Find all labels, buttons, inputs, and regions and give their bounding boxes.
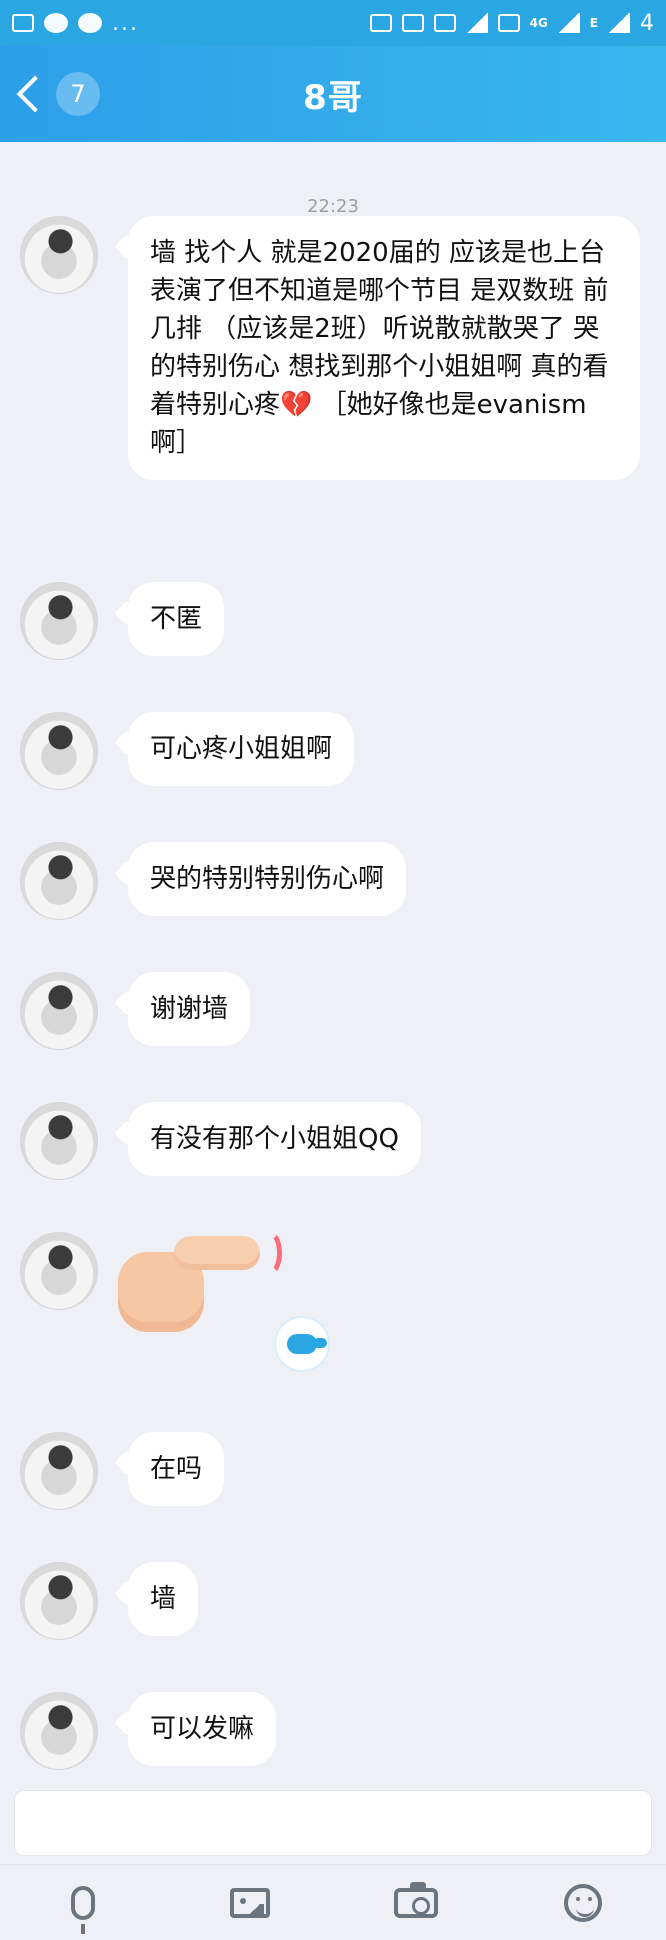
message-bubble[interactable]: 哭的特别特别伤心啊 [128, 842, 407, 916]
composer [0, 1782, 666, 1864]
chevron-left-icon [16, 75, 54, 113]
message-timestamp: 22:23 [307, 196, 359, 217]
message-bubble[interactable]: 不匿 [128, 582, 225, 656]
chat-header: 7 8哥 [0, 46, 666, 142]
wifi-icon [465, 13, 488, 33]
motion-icon [256, 1230, 282, 1276]
message-bubble[interactable]: 墙 [128, 1562, 199, 1636]
message-input[interactable] [14, 1790, 652, 1856]
message-text: 墙 找个人 就是2020届的 应该是也上台表演了但不知道是哪个节目 是双数班 前… [150, 238, 609, 458]
avatar[interactable] [20, 1232, 98, 1310]
avatar[interactable] [20, 1432, 98, 1510]
more-icon: ... [112, 10, 139, 36]
status-bar: ... 4G E 4 [0, 0, 666, 46]
emoji-icon [563, 1883, 602, 1922]
microphone-button[interactable] [52, 1872, 114, 1934]
pointing-hand-sticker[interactable] [118, 1226, 282, 1336]
composer-toolbar [0, 1864, 666, 1940]
chat-title: 8哥 [303, 77, 363, 118]
message-text: 在吗 [150, 1454, 203, 1484]
nfc-icon [401, 14, 424, 32]
message-text: 哭的特别特别伤心啊 [150, 864, 385, 894]
message-text: 不匿 [150, 604, 203, 634]
pointing-hand-icon[interactable] [274, 1316, 330, 1372]
avatar[interactable] [20, 1692, 98, 1770]
emoji-button[interactable] [552, 1872, 614, 1934]
chat-messages[interactable]: 22:23 墙 找个人 就是2020届的 应该是也上台表演了但不知道是哪个节目 … [0, 142, 666, 1782]
avatar[interactable] [20, 216, 98, 294]
message-text: 墙 [150, 1584, 177, 1614]
message-bubble[interactable]: 可心疼小姐姐啊 [128, 712, 355, 786]
network-type-4g: 4G [529, 16, 548, 30]
wechat-icon [78, 13, 102, 33]
signal-icon [557, 13, 580, 33]
message-bubble[interactable]: 在吗 [128, 1432, 225, 1506]
avatar[interactable] [20, 712, 98, 790]
message-bubble[interactable]: 墙 找个人 就是2020届的 应该是也上台表演了但不知道是哪个节目 是双数班 前… [128, 216, 640, 480]
status-right: 4G E 4 [369, 10, 654, 36]
camera-button[interactable] [385, 1872, 447, 1934]
image-icon [229, 1887, 270, 1918]
hand-finger [174, 1236, 260, 1270]
avatar[interactable] [20, 1562, 98, 1640]
unread-count-badge: 7 [56, 72, 100, 116]
wechat-icon [44, 13, 68, 33]
message-text: 谢谢墙 [150, 994, 229, 1024]
message-bubble[interactable]: 可以发嘛 [128, 1692, 277, 1766]
image-icon [12, 14, 34, 32]
sim-icon [497, 14, 520, 32]
hand-glyph [287, 1334, 327, 1354]
mute-icon [433, 14, 456, 32]
battery-saver-icon [369, 14, 392, 32]
avatar[interactable] [20, 842, 98, 920]
avatar[interactable] [20, 1102, 98, 1180]
message-bubble[interactable]: 谢谢墙 [128, 972, 251, 1046]
message-bubble[interactable]: 有没有那个小姐姐QQ [128, 1102, 421, 1176]
camera-icon [394, 1881, 439, 1918]
network-type-e: E [589, 16, 598, 30]
back-button[interactable]: 7 [12, 66, 100, 122]
image-button[interactable] [219, 1872, 281, 1934]
signal-icon [608, 13, 630, 33]
avatar[interactable] [20, 582, 98, 660]
microphone-icon [71, 1885, 96, 1934]
message-text: 有没有那个小姐姐QQ [150, 1124, 399, 1154]
avatar[interactable] [20, 972, 98, 1050]
message-text: 可以发嘛 [150, 1714, 255, 1744]
status-left: ... [12, 11, 139, 36]
message-text: 可心疼小姐姐啊 [150, 734, 333, 764]
status-right-text: 4 [640, 10, 654, 36]
